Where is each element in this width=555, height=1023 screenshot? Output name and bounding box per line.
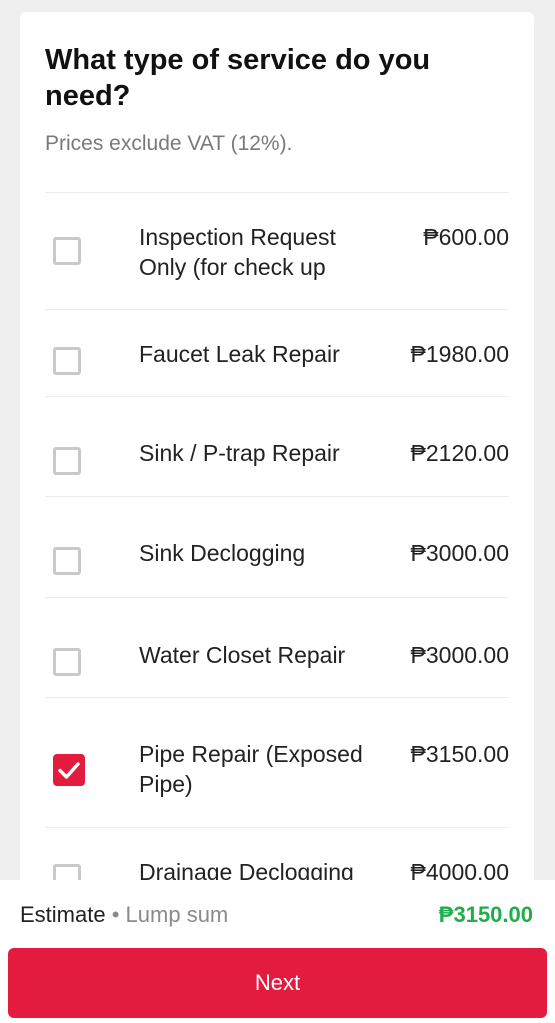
service-checkbox[interactable] bbox=[53, 547, 81, 575]
service-price: ₱3150.00 bbox=[410, 741, 509, 767]
service-row-water-closet[interactable]: Water Closet Repair ₱3000.00 bbox=[45, 597, 509, 697]
estimate-label: Estimate • Lump sum bbox=[20, 902, 228, 928]
service-list: Inspection Request Only (for check up ₱6… bbox=[45, 192, 509, 912]
estimate-price: ₱3150.00 bbox=[438, 902, 533, 927]
service-label: Pipe Repair (Exposed Pipe) bbox=[139, 741, 363, 797]
next-button[interactable]: Next bbox=[8, 948, 547, 1018]
estimate-type: Lump sum bbox=[125, 902, 229, 927]
service-checkbox[interactable] bbox=[53, 237, 81, 265]
service-row-inspection[interactable]: Inspection Request Only (for check up ₱6… bbox=[45, 192, 509, 309]
service-label: Faucet Leak Repair bbox=[139, 341, 340, 367]
service-row-faucet-leak[interactable]: Faucet Leak Repair ₱1980.00 bbox=[45, 309, 509, 396]
service-card: What type of service do you need? Prices… bbox=[20, 12, 534, 912]
service-row-pipe-repair[interactable]: Pipe Repair (Exposed Pipe) ₱3150.00 bbox=[45, 697, 509, 827]
service-checkbox-checked[interactable] bbox=[53, 754, 85, 786]
service-label: Sink / P-trap Repair bbox=[139, 440, 340, 466]
service-price: ₱3000.00 bbox=[410, 540, 509, 566]
service-price: ₱1980.00 bbox=[410, 341, 509, 367]
service-label: Water Closet Repair bbox=[139, 642, 346, 668]
estimate-title: Estimate bbox=[20, 902, 106, 927]
vat-note: Prices exclude VAT (12%). bbox=[45, 132, 293, 155]
service-row-sink-declogging[interactable]: Sink Declogging ₱3000.00 bbox=[45, 496, 509, 597]
page-title: What type of service do you need? bbox=[45, 44, 431, 112]
service-label: Sink Declogging bbox=[139, 540, 306, 566]
service-price: ₱600.00 bbox=[423, 224, 509, 250]
checkmark-icon bbox=[58, 762, 80, 779]
service-checkbox[interactable] bbox=[53, 447, 81, 475]
service-price: ₱3000.00 bbox=[410, 642, 509, 668]
service-row-sink-ptrap[interactable]: Sink / P-trap Repair ₱2120.00 bbox=[45, 396, 509, 496]
service-label: Inspection Request Only (for check up bbox=[139, 224, 336, 280]
estimate-separator: • bbox=[111, 902, 120, 927]
service-price: ₱2120.00 bbox=[410, 440, 509, 466]
service-checkbox[interactable] bbox=[53, 347, 81, 375]
footer-bar: Estimate • Lump sum ₱3150.00 Next bbox=[0, 880, 555, 1023]
service-checkbox[interactable] bbox=[53, 648, 81, 676]
